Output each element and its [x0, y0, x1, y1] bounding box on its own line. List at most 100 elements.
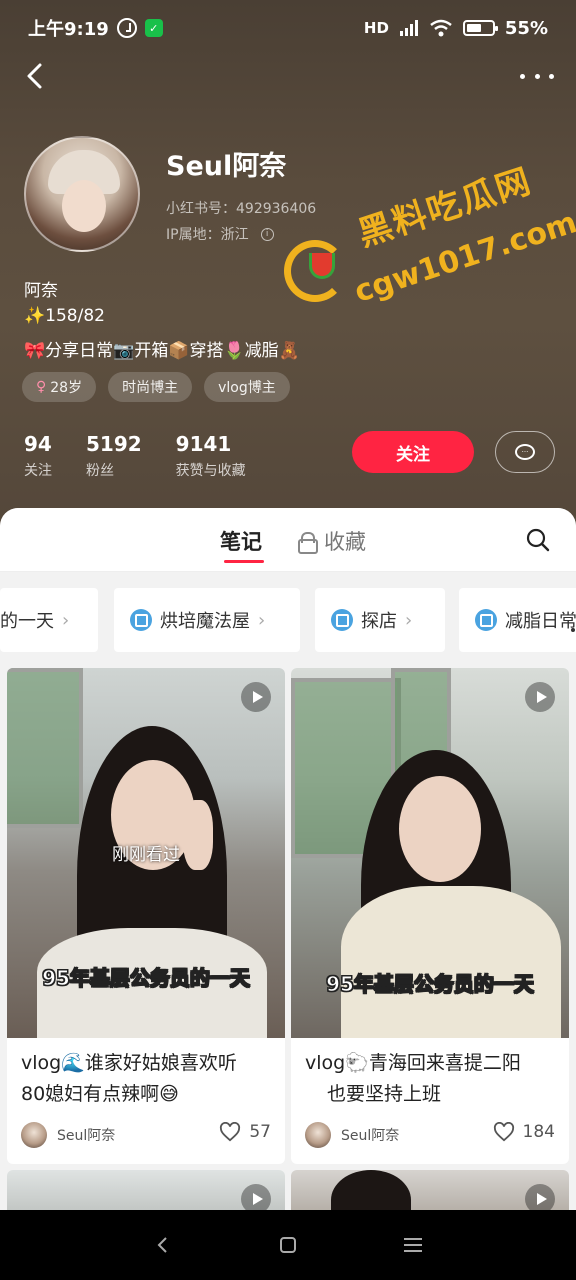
status-time: 上午9:19	[28, 19, 109, 40]
nav-back-icon[interactable]	[151, 1233, 175, 1257]
like-button[interactable]: 57	[219, 1122, 271, 1142]
tag-vlog-blogger: vlog博主	[204, 372, 290, 402]
note-card[interactable]: 刚刚看过 95年基层公务员的一天 vlog🌊谁家好姑娘喜欢听 80媳妇有点辣啊😅…	[7, 668, 285, 1164]
profile-avatar[interactable]	[24, 136, 140, 252]
video-play-icon	[241, 682, 271, 712]
lock-icon	[298, 532, 318, 554]
note-title-line: 80媳妇有点辣啊😅	[21, 1083, 179, 1105]
collection-icon	[331, 609, 353, 631]
ip-location-text: IP属地：浙江	[166, 227, 249, 243]
author-avatar	[21, 1122, 47, 1148]
female-icon: ♀	[36, 379, 47, 395]
wifi-icon	[430, 19, 452, 37]
collection-strip: 的一天 › 烘培魔法屋 › 探店 › 减脂日常	[0, 588, 576, 652]
profile-bio: 🎀分享日常📷开箱📦穿搭🌷减脂🧸	[24, 341, 300, 361]
collection-label: 的一天	[0, 611, 54, 632]
profile-username: Seul阿奈	[166, 151, 287, 182]
cell-signal-icon	[399, 20, 418, 36]
like-button[interactable]: 184	[493, 1122, 555, 1142]
battery-percent: 55%	[504, 17, 548, 39]
collection-item[interactable]: 探店 ›	[315, 588, 445, 652]
chevron-right-icon: ›	[62, 609, 70, 631]
profile-nickname: 阿奈	[24, 281, 58, 301]
stat-value: 5192	[86, 432, 142, 456]
tag-label: 28岁	[50, 380, 83, 396]
watermark-logo	[284, 240, 346, 302]
scroll-indicator	[571, 628, 575, 632]
note-title: vlog🐑青海回来喜提二阳 也要坚持上班	[305, 1048, 560, 1110]
collection-label: 探店	[361, 611, 397, 632]
stat-label: 关注	[24, 463, 52, 479]
cover-caption: 95年基层公务员的一天	[326, 972, 535, 997]
author-avatar	[305, 1122, 331, 1148]
ip-location: IP属地：浙江 i	[166, 224, 274, 244]
tab-notes[interactable]: 笔记	[220, 526, 262, 556]
tag-fashion-blogger: 时尚博主	[108, 372, 193, 402]
stat-value: 94	[24, 432, 52, 456]
more-options-icon[interactable]	[520, 62, 554, 90]
note-title-line: vlog🐑青海回来喜提二阳	[305, 1052, 521, 1074]
top-navigation	[0, 56, 576, 96]
collection-icon	[475, 609, 497, 631]
tab-favorites[interactable]: 收藏	[298, 526, 366, 556]
note-cover-image: 95年基层公务员的一天	[291, 668, 569, 1038]
status-bar: 上午9:19 ✓ HD 55%	[0, 0, 576, 56]
collection-item[interactable]: 烘培魔法屋 ›	[114, 588, 300, 652]
chevron-right-icon: ›	[258, 609, 266, 631]
network-hd-indicator: HD	[363, 19, 389, 37]
profile-stats: 94 关注 5192 粉丝 9141 获赞与收藏	[24, 432, 246, 480]
stat-value: 9141	[175, 432, 232, 456]
recently-viewed-label: 刚刚看过	[112, 845, 180, 865]
note-author[interactable]: Seul阿奈	[21, 1122, 115, 1148]
like-count: 184	[522, 1122, 555, 1142]
back-arrow-icon[interactable]	[22, 62, 50, 90]
note-card[interactable]: 95年基层公务员的一天 vlog🐑青海回来喜提二阳 也要坚持上班 Seul阿奈 …	[291, 668, 569, 1164]
alarm-icon	[116, 18, 137, 38]
video-play-icon	[525, 682, 555, 712]
active-tab-indicator	[224, 560, 264, 563]
tag-age: ♀ 28岁	[22, 372, 97, 402]
profile-body-stats: ✨158/82	[24, 306, 105, 326]
collection-item[interactable]: 的一天 ›	[0, 588, 98, 652]
content-sheet: 笔记 收藏 的一天 › 烘培魔法屋 › 探店 › 减脂日常 刚刚看过 95年基层…	[0, 508, 576, 1210]
nav-recents-icon[interactable]	[401, 1233, 425, 1257]
stat-label: 粉丝	[86, 463, 114, 479]
video-play-icon	[525, 1184, 555, 1210]
note-title: vlog🌊谁家好姑娘喜欢听 80媳妇有点辣啊😅	[21, 1048, 276, 1110]
wechat-notification-icon: ✓	[144, 19, 163, 37]
profile-tags: ♀ 28岁 时尚博主 vlog博主	[22, 372, 290, 402]
tab-bar: 笔记 收藏	[0, 508, 576, 572]
note-card-partial[interactable]	[7, 1170, 285, 1210]
battery-icon	[462, 20, 498, 36]
collection-icon	[130, 609, 152, 631]
search-icon[interactable]	[526, 528, 550, 552]
stat-likes-and-favorites[interactable]: 9141 获赞与收藏	[176, 432, 246, 480]
video-play-icon	[241, 1184, 271, 1210]
collection-label: 减脂日常	[505, 611, 576, 632]
chevron-right-icon: ›	[405, 609, 413, 631]
cover-caption: 95年基层公务员的一天	[42, 966, 251, 991]
collection-item[interactable]: 减脂日常	[459, 588, 576, 652]
note-card-partial[interactable]	[291, 1170, 569, 1210]
nav-home-icon[interactable]	[276, 1233, 300, 1257]
stat-label: 获赞与收藏	[175, 463, 246, 479]
note-title-line: vlog🌊谁家好姑娘喜欢听	[21, 1052, 237, 1074]
collection-label: 烘培魔法屋	[160, 611, 250, 632]
note-cover-image: 刚刚看过 95年基层公务员的一天	[7, 668, 285, 1038]
heart-icon	[220, 1122, 241, 1142]
info-icon[interactable]: i	[260, 227, 274, 241]
system-navigation-bar	[0, 1210, 576, 1280]
watermark: 黑料吃瓜网 cgw1017.com	[284, 160, 576, 310]
note-author[interactable]: Seul阿奈	[305, 1122, 399, 1148]
follow-button[interactable]: 关注	[352, 431, 474, 473]
stat-following[interactable]: 94 关注	[24, 432, 52, 480]
note-title-line: 也要坚持上班	[327, 1083, 442, 1105]
tab-favorites-label: 收藏	[324, 530, 366, 554]
chat-bubble-icon: ···	[515, 444, 535, 460]
message-button[interactable]: ···	[495, 431, 555, 473]
author-name: Seul阿奈	[341, 1128, 400, 1144]
heart-icon	[493, 1122, 514, 1142]
stat-followers[interactable]: 5192 粉丝	[86, 432, 142, 480]
like-count: 57	[249, 1122, 271, 1142]
author-name: Seul阿奈	[57, 1128, 116, 1144]
